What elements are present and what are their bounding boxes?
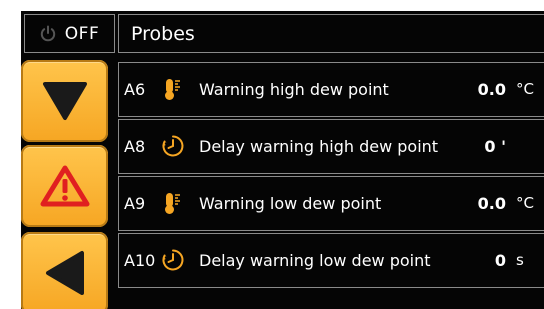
parameter-unit: °C — [516, 194, 534, 212]
parameter-code: A8 — [124, 137, 146, 156]
alarm-button[interactable] — [21, 145, 108, 227]
parameter-label: Delay warning low dew point — [199, 251, 431, 270]
arrow-down-icon — [42, 82, 87, 120]
parameter-row-a8[interactable]: A8 Delay warning high dew point 0 ' — [118, 119, 544, 174]
parameter-label: Warning low dew point — [199, 194, 382, 213]
power-icon — [40, 25, 55, 42]
arrow-left-icon — [45, 251, 84, 295]
thermometer-icon — [165, 193, 180, 214]
parameter-value: 0.0 — [477, 194, 506, 213]
thermometer-icon — [165, 79, 180, 100]
parameter-row-a10[interactable]: A10 Delay warning low dew point 0 s — [118, 233, 544, 288]
parameter-value: 0 — [494, 251, 506, 270]
warning-icon — [40, 165, 89, 207]
power-toggle[interactable]: OFF — [24, 14, 115, 53]
parameter-unit: s — [516, 251, 524, 269]
power-status-label: OFF — [64, 23, 100, 44]
page-title: Probes — [131, 22, 195, 45]
timer-icon — [162, 135, 184, 157]
parameter-value: 0 ' — [484, 137, 506, 156]
parameter-value: 0.0 — [477, 80, 506, 99]
parameter-code: A9 — [124, 194, 146, 213]
parameter-unit: °C — [516, 80, 534, 98]
parameter-label: Warning high dew point — [199, 80, 389, 99]
parameter-row-a9[interactable]: A9 Warning low dew point 0.0 °C — [118, 176, 544, 231]
controller-screen: OFF Probes A6 Warning high dew point 0.0… — [21, 11, 544, 309]
scroll-down-button[interactable] — [21, 60, 108, 142]
parameter-code: A10 — [124, 251, 156, 270]
parameter-label: Delay warning high dew point — [199, 137, 439, 156]
timer-icon — [162, 249, 184, 271]
parameter-code: A6 — [124, 80, 146, 99]
title-bar: Probes — [118, 14, 544, 53]
parameter-row-a6[interactable]: A6 Warning high dew point 0.0 °C — [118, 62, 544, 117]
back-button[interactable] — [21, 232, 108, 309]
